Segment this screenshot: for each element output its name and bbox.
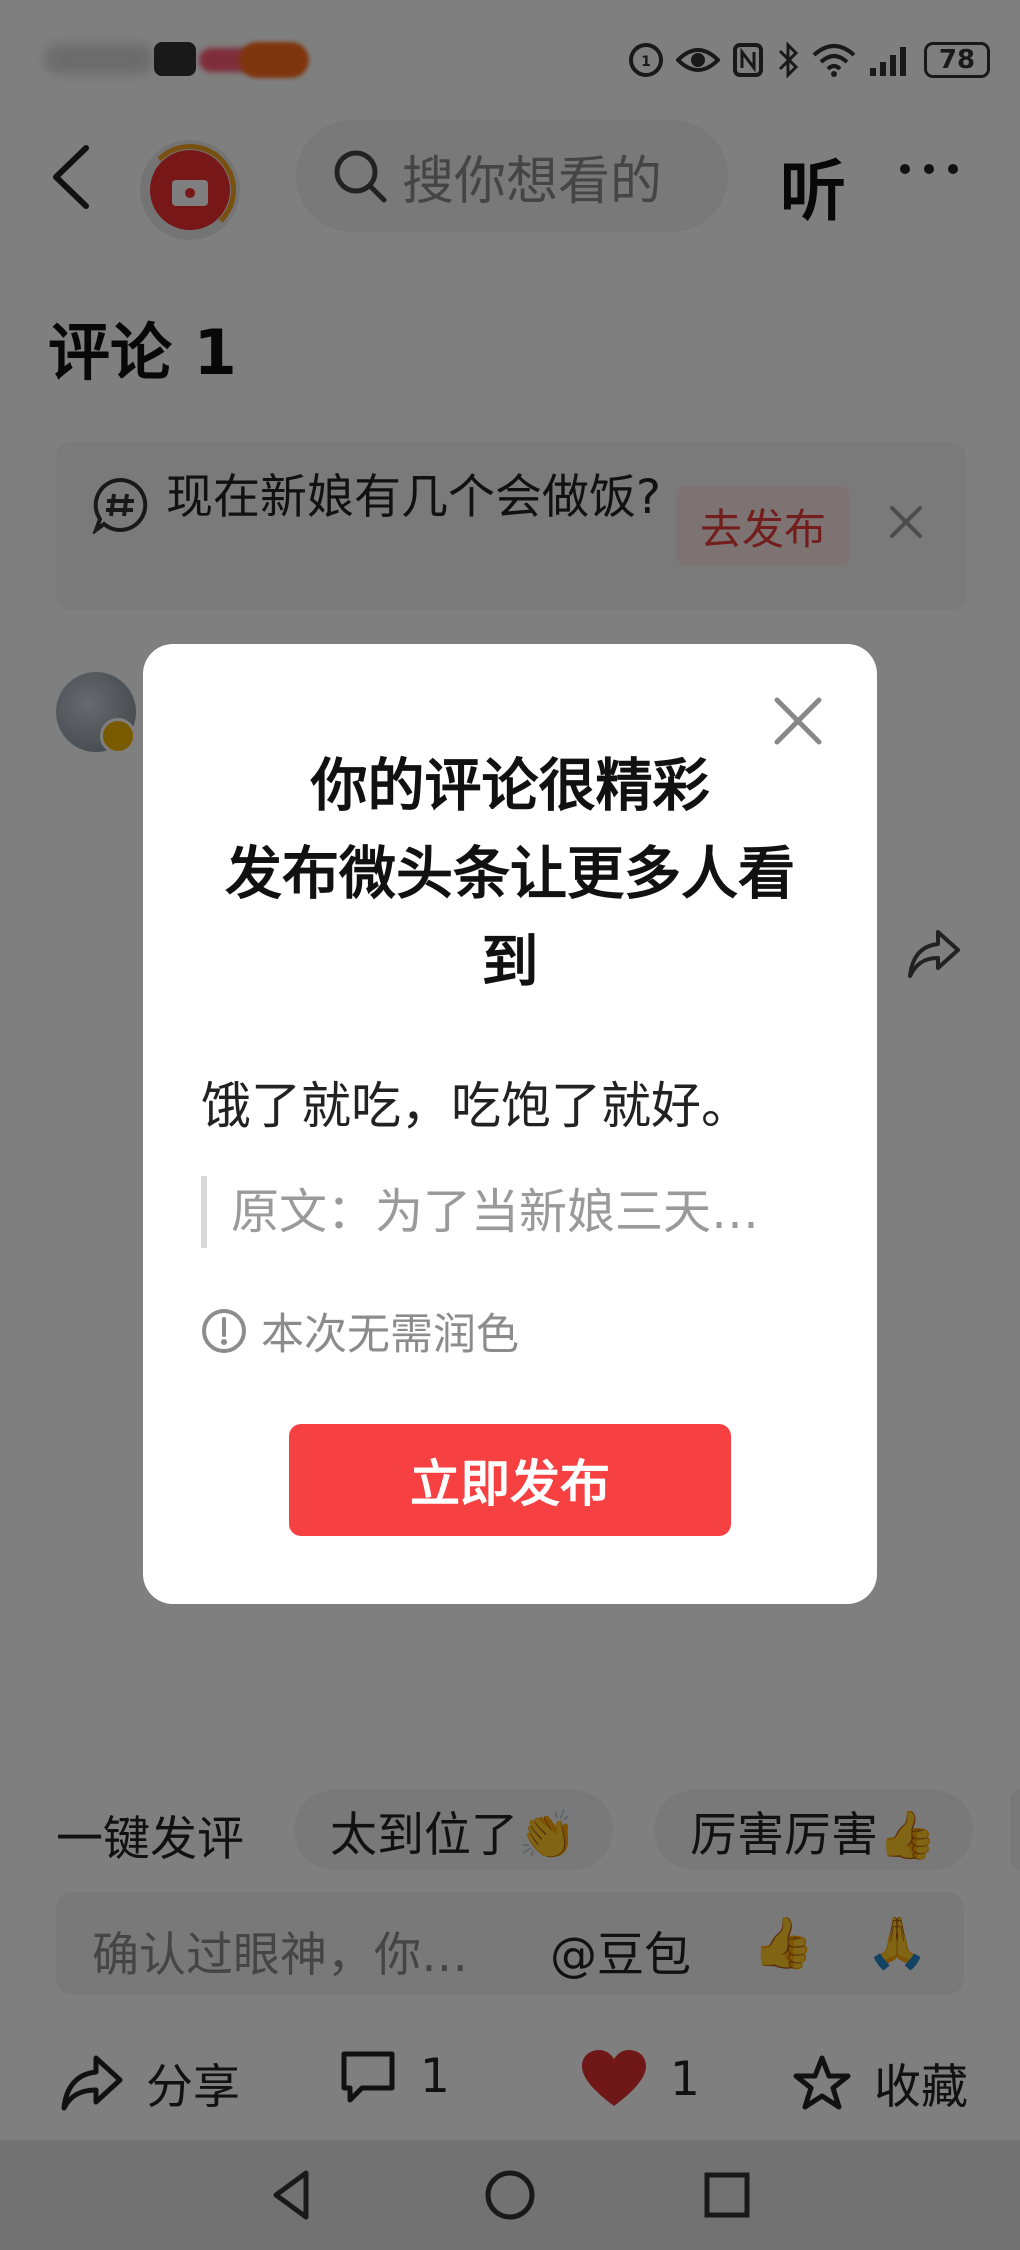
exclamation-circle-icon <box>202 1309 246 1353</box>
modal-quote: 原文：为了当新娘三天… <box>201 1176 801 1248</box>
modal-note-text: 本次无需润色 <box>261 1310 519 1360</box>
modal-title-line2: 发布微头条让更多人看到 <box>225 841 795 995</box>
modal-title-line1: 你的评论很精彩 <box>310 753 710 819</box>
modal-title: 你的评论很精彩 发布微头条让更多人看到 <box>203 742 817 1006</box>
modal-note: 本次无需润色 <box>201 1300 519 1362</box>
publish-modal: 你的评论很精彩 发布微头条让更多人看到 饿了就吃，吃饱了就好。 原文：为了当新娘… <box>143 644 877 1604</box>
modal-comment-text: 饿了就吃，吃饱了就好。 <box>201 1077 751 1135</box>
publish-now-button[interactable]: 立即发布 <box>289 1424 731 1536</box>
close-icon[interactable] <box>771 694 825 748</box>
